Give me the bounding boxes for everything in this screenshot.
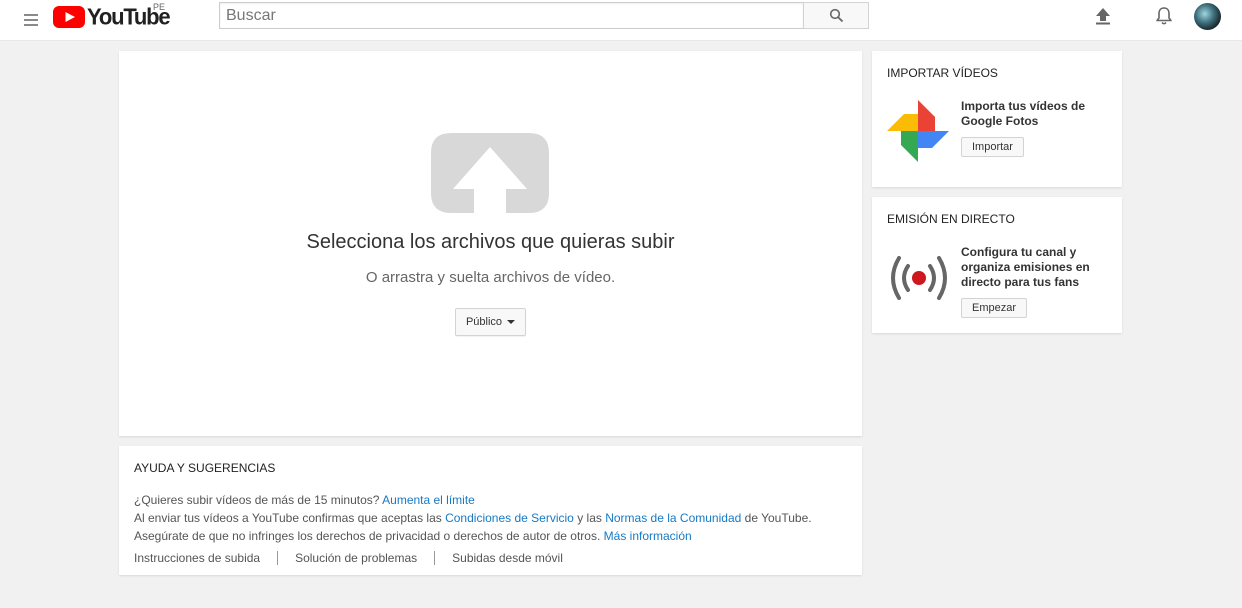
troubleshooting-link[interactable]: Solución de problemas — [277, 551, 434, 565]
youtube-logo-icon — [53, 6, 85, 28]
help-heading: AYUDA Y SUGERENCIAS — [134, 461, 276, 475]
increase-limit-link[interactable]: Aumenta el límite — [382, 493, 475, 507]
upload-subtitle: O arrastra y suelta archivos de vídeo. — [365, 269, 616, 286]
help-links: Instrucciones de subida Solución de prob… — [134, 551, 847, 565]
live-broadcast-icon — [891, 256, 947, 300]
privacy-label: Público — [465, 316, 503, 328]
help-panel: AYUDA Y SUGERENCIAS ¿Quieres subir vídeo… — [119, 446, 862, 575]
notifications-bell-icon — [1156, 7, 1172, 25]
live-streaming-panel: EMISIÓN EN DIRECTO Configura tu canal y … — [872, 197, 1122, 333]
upload-title[interactable]: Selecciona los archivos que quieras subi… — [119, 231, 862, 254]
more-info-link[interactable]: Más información — [604, 529, 692, 543]
search-button[interactable] — [803, 2, 869, 29]
help-line-2: Al enviar tus vídeos a YouTube confirmas… — [134, 509, 847, 527]
help-line-1-text: ¿Quieres subir vídeos de más de 15 minut… — [134, 493, 380, 507]
help-line-3: Asegúrate de que no infringes los derech… — [134, 527, 847, 545]
upload-panel: Selecciona los archivos que quieras subi… — [119, 51, 862, 436]
upload-button[interactable] — [1092, 5, 1114, 27]
import-description: Importa tus vídeos de Google Fotos — [961, 99, 1086, 128]
start-live-button[interactable]: Empezar — [961, 298, 1028, 318]
import-button[interactable]: Importar — [961, 137, 1024, 157]
help-line-2-a: Al enviar tus vídeos a YouTube confirmas… — [134, 511, 442, 525]
search-bar — [219, 2, 869, 29]
privacy-dropdown[interactable]: Público — [455, 308, 526, 336]
upload-instructions-link[interactable]: Instrucciones de subida — [134, 551, 277, 565]
community-guidelines-link[interactable]: Normas de la Comunidad — [605, 511, 741, 525]
masthead: YouTube PE — [0, 0, 1242, 41]
upload-icon — [1096, 8, 1110, 25]
menu-icon[interactable] — [20, 9, 42, 31]
help-line-2-c: de YouTube. — [744, 511, 812, 525]
terms-of-service-link[interactable]: Condiciones de Servicio — [445, 511, 574, 525]
help-line-1: ¿Quieres subir vídeos de más de 15 minut… — [134, 491, 847, 509]
search-icon — [829, 8, 843, 23]
mobile-uploads-link[interactable]: Subidas desde móvil — [434, 551, 580, 565]
import-heading: IMPORTAR VÍDEOS — [887, 66, 998, 80]
help-text: ¿Quieres subir vídeos de más de 15 minut… — [134, 491, 847, 545]
country-code: PE — [153, 2, 166, 12]
live-description: Configura tu canal y organiza emisiones … — [961, 245, 1090, 289]
search-input[interactable] — [219, 2, 803, 29]
upload-arrow-icon[interactable] — [431, 133, 549, 213]
notifications-button[interactable] — [1153, 5, 1175, 27]
live-heading: EMISIÓN EN DIRECTO — [887, 212, 1015, 226]
avatar[interactable] — [1194, 3, 1221, 30]
help-line-2-b: y las — [577, 511, 602, 525]
import-videos-panel: IMPORTAR VÍDEOS Importa tus vídeos de Go… — [872, 51, 1122, 187]
google-photos-icon — [887, 100, 949, 162]
youtube-logo[interactable]: YouTube PE — [53, 2, 171, 30]
help-line-3-text: Asegúrate de que no infringes los derech… — [134, 529, 601, 543]
caret-down-icon — [507, 320, 516, 324]
